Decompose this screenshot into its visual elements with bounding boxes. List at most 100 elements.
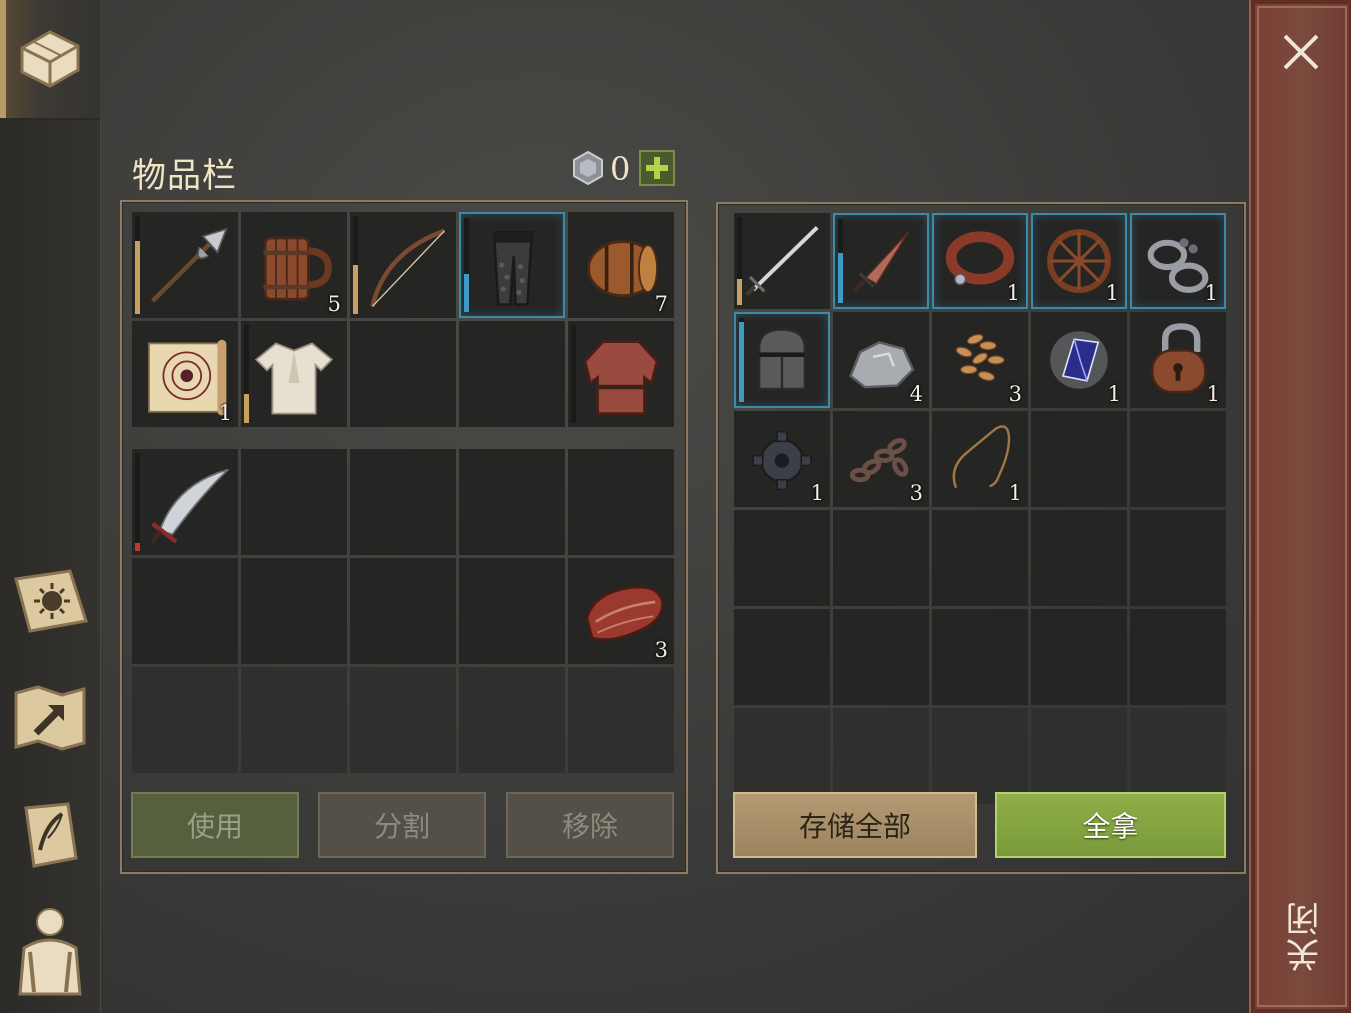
backpack-slot[interactable] (350, 667, 456, 773)
container-slot[interactable]: 3 (932, 312, 1028, 408)
durability-bar (135, 453, 140, 551)
longsword-icon (742, 221, 822, 301)
item-quantity: 1 (1006, 281, 1020, 305)
backpack-slot[interactable] (132, 449, 238, 555)
container-slot[interactable] (1130, 609, 1226, 705)
container-slot[interactable] (1031, 411, 1127, 507)
close-panel[interactable]: 关闭 (1249, 0, 1351, 1013)
barrel-icon (576, 220, 666, 310)
container-slot[interactable]: 1 (932, 213, 1028, 309)
item-quantity: 3 (1008, 382, 1022, 406)
backpack-slot[interactable] (568, 667, 674, 773)
wooden-mug-icon (249, 220, 339, 310)
plus-icon (646, 157, 668, 179)
raw-meat-icon (576, 566, 666, 656)
container-slot[interactable] (1130, 510, 1226, 606)
item-quantity: 1 (1107, 382, 1121, 406)
backpack-slot[interactable] (350, 449, 456, 555)
container-slot[interactable] (734, 510, 830, 606)
container-slot[interactable] (734, 312, 830, 408)
equip-slot[interactable] (568, 321, 674, 427)
equip-slot[interactable]: 5 (241, 212, 347, 318)
backpack-grid: 3 (132, 449, 674, 773)
chest-icon[interactable] (8, 14, 92, 98)
character-icon[interactable] (8, 908, 92, 996)
map-icon[interactable] (8, 676, 92, 760)
backpack-slot[interactable] (241, 449, 347, 555)
backpack-slot[interactable] (132, 667, 238, 773)
container-slot[interactable] (734, 213, 830, 309)
container-slot[interactable] (932, 510, 1028, 606)
equip-slot[interactable] (459, 321, 565, 427)
container-slot[interactable] (833, 708, 929, 804)
coin-count: 0 (610, 150, 631, 188)
container-slot[interactable] (1130, 411, 1226, 507)
container-slot[interactable] (833, 510, 929, 606)
backpack-slot[interactable] (132, 558, 238, 664)
store-all-button[interactable]: 存储全部 (733, 792, 977, 858)
backpack-slot[interactable] (350, 558, 456, 664)
remove-button[interactable]: 移除 (506, 792, 674, 858)
durability-bar (135, 216, 140, 314)
item-quantity: 7 (654, 292, 668, 316)
backpack-slot[interactable] (241, 667, 347, 773)
container-slot[interactable] (1031, 609, 1127, 705)
backpack-slot[interactable] (459, 558, 565, 664)
equip-slot[interactable] (132, 212, 238, 318)
silver-coin-icon (570, 150, 606, 186)
chainmail-shirt-icon (576, 329, 666, 419)
equipment-grid: 5 7 1 (132, 212, 674, 427)
item-quantity: 1 (1206, 382, 1220, 406)
cloth-shirt-icon (249, 329, 339, 419)
container-slot[interactable] (932, 609, 1028, 705)
chainmail-leggings-icon (469, 222, 555, 308)
container-slot[interactable]: 1 (1031, 312, 1127, 408)
durability-bar (838, 219, 843, 303)
container-slot[interactable]: 1 (1130, 213, 1226, 309)
equip-slot[interactable] (350, 212, 456, 318)
split-button[interactable]: 分割 (318, 792, 486, 858)
halberd-icon (140, 220, 230, 310)
take-all-button[interactable]: 全拿 (995, 792, 1226, 858)
item-quantity: 1 (218, 401, 232, 425)
equip-slot[interactable] (350, 321, 456, 427)
container-slot[interactable] (1130, 708, 1226, 804)
container-slot[interactable] (734, 609, 830, 705)
container-slot[interactable] (734, 708, 830, 804)
close-icon[interactable] (1279, 30, 1323, 74)
container-slot[interactable] (833, 213, 929, 309)
item-quantity: 1 (1204, 281, 1218, 305)
backpack-slot[interactable] (241, 558, 347, 664)
container-slot[interactable] (1031, 510, 1127, 606)
durability-bar (737, 217, 742, 305)
equip-slot[interactable]: 1 (132, 321, 238, 427)
close-label: 关闭 (1286, 900, 1326, 972)
backpack-slot[interactable] (568, 449, 674, 555)
container-slot[interactable]: 1 (1130, 312, 1226, 408)
container-slot[interactable]: 4 (833, 312, 929, 408)
container-slot[interactable] (1031, 708, 1127, 804)
backpack-slot[interactable]: 3 (568, 558, 674, 664)
durability-bar (464, 218, 469, 312)
equip-slot[interactable]: 7 (568, 212, 674, 318)
durability-bar (739, 318, 744, 402)
use-button[interactable]: 使用 (131, 792, 299, 858)
equip-slot[interactable] (459, 212, 565, 318)
crafting-book-icon[interactable] (8, 558, 92, 642)
scimitar-icon (140, 457, 230, 547)
item-quantity: 5 (327, 292, 341, 316)
container-slot[interactable]: 1 (734, 411, 830, 507)
container-slot[interactable]: 3 (833, 411, 929, 507)
dagger-icon (843, 223, 919, 299)
sidebar-tab-container[interactable] (0, 0, 100, 120)
backpack-slot[interactable] (459, 667, 565, 773)
container-slot[interactable] (833, 609, 929, 705)
container-slot[interactable] (932, 708, 1028, 804)
quest-scroll-icon[interactable] (8, 794, 92, 878)
container-slot[interactable]: 1 (932, 411, 1028, 507)
add-coins-button[interactable] (639, 150, 675, 186)
equip-slot[interactable] (241, 321, 347, 427)
backpack-slot[interactable] (459, 449, 565, 555)
item-quantity: 3 (654, 638, 668, 662)
container-slot[interactable]: 1 (1031, 213, 1127, 309)
